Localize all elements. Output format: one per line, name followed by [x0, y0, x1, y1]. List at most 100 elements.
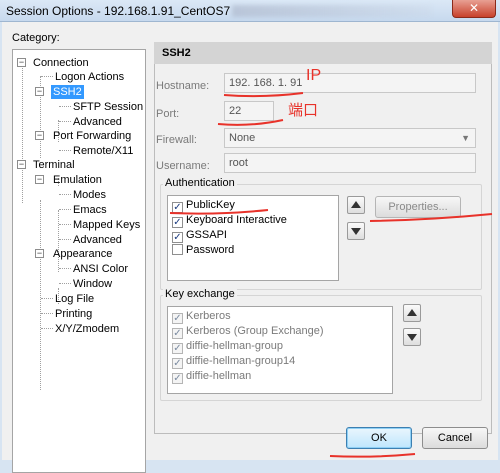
auth-item-label: Keyboard Interactive [186, 214, 287, 226]
kex-item-label: Kerberos (Group Exchange) [186, 325, 324, 337]
firewall-select[interactable]: None ▼ [224, 128, 476, 148]
annotation-port: 端口 [288, 102, 319, 119]
username-value: root [229, 157, 248, 169]
blurred-tab-strip [232, 5, 432, 17]
tree-line [59, 209, 71, 210]
tree-item-logon-actions[interactable]: Logon Actions [53, 70, 126, 84]
tree-item-window[interactable]: Window [71, 277, 114, 291]
expander-icon[interactable]: − [35, 131, 44, 140]
tree-item-printing[interactable]: Printing [53, 307, 94, 321]
auth-item-keyboard-interactive[interactable]: ✓ Keyboard Interactive [172, 213, 287, 228]
tree-line [41, 76, 53, 77]
checkbox-checked-icon[interactable]: ✓ [172, 373, 183, 384]
hostname-field[interactable]: 192. 168. 1. 91 [224, 73, 476, 93]
checkbox-checked-icon[interactable]: ✓ [172, 313, 183, 324]
username-label: Username: [156, 160, 210, 172]
checkbox-checked-icon[interactable]: ✓ [172, 343, 183, 354]
tree-item-connection[interactable]: Connection [31, 56, 91, 70]
expander-icon[interactable]: − [35, 87, 44, 96]
checkbox-checked-icon[interactable]: ✓ [172, 328, 183, 339]
title-bar: Session Options - 192.168.1.91_CentOS7 ✕ [0, 0, 500, 22]
auth-item-gssapi[interactable]: ✓ GSSAPI [172, 228, 227, 243]
firewall-value: None [229, 132, 256, 144]
dialog-window: Category: − Connection Logon Actions − S… [2, 22, 498, 473]
checkbox-unchecked-icon[interactable] [172, 244, 183, 255]
auth-item-label: Password [186, 244, 235, 256]
authentication-title: Authentication [163, 177, 237, 189]
tree-line [59, 194, 71, 195]
tree-item-xyzmodem[interactable]: X/Y/Zmodem [53, 322, 121, 336]
tree-item-mapped-keys[interactable]: Mapped Keys [71, 218, 142, 232]
tree-line [59, 224, 71, 225]
category-tree[interactable]: − Connection Logon Actions − SSH2 SFTP S… [12, 49, 146, 473]
tree-item-port-forwarding[interactable]: Port Forwarding [51, 129, 133, 143]
tree-item-ssh2-advanced[interactable]: Advanced [71, 115, 124, 129]
tree-item-ansi-color[interactable]: ANSI Color [71, 262, 130, 276]
tree-line [59, 239, 71, 240]
move-up-button[interactable] [347, 196, 365, 214]
tree-line [58, 210, 59, 272]
tree-item-log-file[interactable]: Log File [53, 292, 96, 306]
auth-item-label: GSSAPI [186, 229, 227, 241]
properties-button[interactable]: Properties... [375, 196, 461, 218]
kex-item-kerberos[interactable]: ✓ Kerberos [172, 309, 231, 324]
auth-item-password[interactable]: Password [172, 243, 234, 257]
expander-icon[interactable]: − [17, 58, 26, 67]
ok-button[interactable]: OK [346, 427, 412, 449]
authentication-list[interactable]: ✓ PublicKey ✓ Keyboard Interactive ✓ GSSAPI… [167, 195, 339, 281]
port-field[interactable]: 22 [224, 101, 274, 121]
kex-item-dh[interactable]: ✓ diffie-hellman [172, 369, 252, 384]
tree-item-emulation[interactable]: Emulation [51, 173, 104, 187]
kex-item-dh-group[interactable]: ✓ diffie-hellman-group [172, 339, 284, 354]
cancel-button[interactable]: Cancel [422, 427, 488, 449]
kex-move-up-button[interactable] [403, 304, 421, 322]
auth-item-publickey[interactable]: ✓ PublicKey [172, 198, 235, 213]
move-down-button[interactable] [347, 222, 365, 240]
close-icon: ✕ [468, 1, 480, 15]
expander-icon[interactable]: − [35, 249, 44, 258]
tree-item-appearance[interactable]: Appearance [51, 247, 114, 261]
tree-line [41, 328, 53, 329]
close-button[interactable]: ✕ [452, 0, 496, 18]
arrow-up-icon [351, 201, 361, 208]
expander-icon[interactable]: − [35, 175, 44, 184]
username-field[interactable]: root [224, 153, 476, 173]
kex-item-label: diffie-hellman-group [186, 340, 284, 352]
kex-item-label: diffie-hellman-group14 [186, 355, 296, 367]
tree-line [59, 283, 71, 284]
hostname-value: 192. 168. 1. 91 [229, 77, 303, 89]
tree-line [41, 298, 53, 299]
hostname-label: Hostname: [156, 80, 210, 92]
port-label: Port: [156, 108, 180, 120]
kex-move-down-button[interactable] [403, 328, 421, 346]
category-label: Category: [12, 32, 60, 44]
kex-item-label: diffie-hellman [186, 370, 252, 382]
tree-item-modes[interactable]: Modes [71, 188, 108, 202]
kex-item-kerberos-group-exchange[interactable]: ✓ Kerberos (Group Exchange) [172, 324, 324, 339]
kex-item-dh-group14[interactable]: ✓ diffie-hellman-group14 [172, 354, 296, 369]
key-exchange-list[interactable]: ✓ Kerberos ✓ Kerberos (Group Exchange) ✓ di… [167, 306, 393, 394]
auth-item-label: PublicKey [186, 199, 235, 211]
tree-item-emulation-advanced[interactable]: Advanced [71, 233, 124, 247]
tree-item-terminal[interactable]: Terminal [31, 158, 77, 172]
tree-item-sftp-session[interactable]: SFTP Session [71, 100, 145, 114]
annotation-ip: IP [306, 67, 322, 84]
tree-line [59, 121, 71, 122]
tree-item-remote-x11[interactable]: Remote/X11 [71, 144, 135, 158]
checkbox-checked-icon[interactable]: ✓ [172, 217, 183, 228]
checkbox-checked-icon[interactable]: ✓ [172, 232, 183, 243]
tree-item-emacs[interactable]: Emacs [71, 203, 109, 217]
firewall-label: Firewall: [156, 134, 197, 146]
kex-item-label: Kerberos [186, 310, 231, 322]
checkbox-checked-icon[interactable]: ✓ [172, 202, 183, 213]
panel-header: SSH2 [154, 42, 492, 64]
tree-line [22, 62, 23, 203]
expander-icon[interactable]: − [17, 160, 26, 169]
port-value: 22 [229, 105, 242, 117]
tree-item-ssh2[interactable]: SSH2 [51, 85, 84, 99]
checkbox-checked-icon[interactable]: ✓ [172, 358, 183, 369]
chevron-down-icon: ▼ [461, 133, 470, 143]
tree-line [41, 313, 53, 314]
tree-line [59, 268, 71, 269]
tree-line [59, 106, 71, 107]
